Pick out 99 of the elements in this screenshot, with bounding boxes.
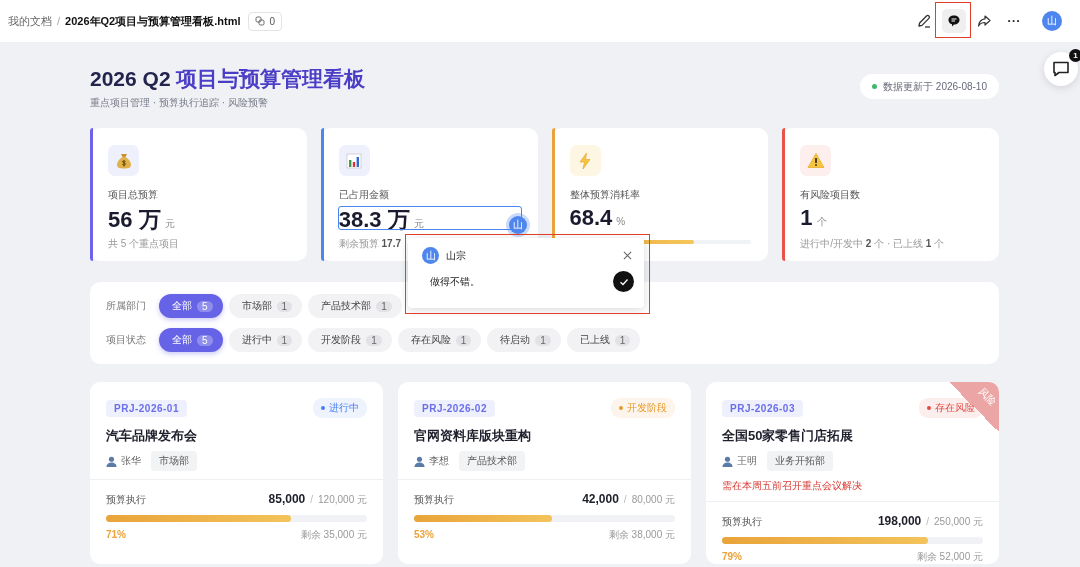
- count-badge: 1: [376, 300, 392, 312]
- project-id-tag: PRJ-2026-01: [106, 399, 187, 417]
- project-id-tag: PRJ-2026-02: [414, 399, 495, 417]
- department-tag: 产品技术部: [459, 451, 525, 471]
- count-badge: 1: [276, 334, 293, 346]
- filter-chip[interactable]: 开发阶段 1: [308, 328, 392, 352]
- total-amount: 120,000 元: [318, 493, 367, 507]
- count-badge: 1: [455, 334, 472, 346]
- kpi-value: 68.4: [569, 205, 613, 231]
- submit-button[interactable]: [613, 271, 634, 292]
- user-avatar[interactable]: 山: [1042, 11, 1062, 31]
- kpi-caption: 共 5 个重点项目: [108, 237, 181, 251]
- highlight-frame: [935, 2, 971, 38]
- kpi-label: 有风险项目数: [800, 188, 862, 202]
- close-icon: [623, 251, 632, 260]
- person-icon: [106, 455, 117, 467]
- comment-icon: [946, 13, 962, 29]
- amount-separator: /: [623, 494, 627, 505]
- author-name: 山宗: [446, 248, 467, 263]
- warning-icon: [805, 150, 826, 171]
- count-badge: 1: [535, 334, 551, 346]
- amount-separator: /: [310, 494, 314, 505]
- percent-text: 79%: [722, 551, 742, 562]
- file-name: 2026年Q2项目与预算管理看板.html: [65, 13, 241, 29]
- kpi-label: 已占用金额: [338, 188, 390, 202]
- kpi-caption: 剩余预算 17.7: [338, 237, 402, 251]
- kpi-value: 56 万: [108, 206, 161, 234]
- kpi-label: 整体预算消耗率: [569, 188, 641, 202]
- kpi-unit: 元: [413, 217, 424, 231]
- budget-label: 预算执行: [414, 493, 454, 507]
- filter-label: 项目状态: [106, 333, 147, 347]
- breadcrumb-link[interactable]: 我的文档: [8, 13, 52, 29]
- spent-amount: 85,000: [268, 492, 306, 506]
- person-icon: [722, 455, 733, 467]
- status-dot: [872, 84, 878, 89]
- edit-icon: [916, 13, 932, 29]
- spent-amount: 42,000: [582, 492, 619, 506]
- person-icon: [414, 455, 425, 467]
- budget-label: 预算执行: [722, 515, 762, 529]
- owner-name: 李想: [429, 454, 449, 468]
- filter-chip[interactable]: 市场部 1: [228, 294, 303, 318]
- link-count-button[interactable]: 0: [248, 11, 283, 31]
- count-badge: 1: [1069, 49, 1080, 62]
- filter-chip[interactable]: 存在风险 1: [397, 328, 482, 352]
- count-badge: 5: [197, 334, 213, 346]
- count-badge: 1: [276, 300, 293, 312]
- remaining-text: 剩余 35,000 元: [300, 528, 367, 542]
- kpi-unit: %: [616, 216, 626, 227]
- count-badge: 5: [197, 300, 213, 312]
- project-id-tag: PRJ-2026-03: [722, 399, 803, 417]
- comment-button[interactable]: [942, 9, 966, 33]
- author-avatar: 山: [422, 247, 439, 264]
- status-pill: 进行中: [313, 398, 367, 418]
- comment-icon: [1051, 59, 1071, 79]
- update-text: 数据更新于 2026-08-10: [883, 79, 987, 94]
- comments-button[interactable]: 1: [1044, 52, 1078, 86]
- amount-separator: /: [926, 516, 930, 527]
- filter-chip[interactable]: 产品技术部 1: [308, 294, 402, 318]
- bar-chart-icon: [344, 150, 365, 171]
- project-title: 官网资料库版块重构: [414, 427, 532, 445]
- filter-label: 所属部门: [106, 299, 147, 313]
- kpi-value: 38.3 万: [338, 206, 410, 234]
- filter-chip[interactable]: 全部 5: [159, 294, 223, 318]
- share-icon: [976, 13, 992, 29]
- page-title: 2026 Q2 项目与预算管理看板: [90, 66, 366, 92]
- percent-text: 53%: [414, 529, 434, 540]
- check-icon: [618, 276, 629, 287]
- page-subtitle: 重点项目管理 · 预算执行追踪 · 风险预警: [90, 96, 269, 110]
- project-title: 全国50家零售门店拓展: [722, 427, 855, 445]
- spent-amount: 198,000: [877, 514, 922, 528]
- department-tag: 业务开拓部: [767, 451, 833, 471]
- kpi-label: 项目总预算: [108, 188, 159, 202]
- kpi-unit: 个: [816, 215, 827, 229]
- count-badge: 1: [366, 334, 382, 346]
- kpi-value: 1: [800, 205, 813, 231]
- department-tag: 市场部: [151, 451, 197, 471]
- kpi-caption: 进行中/开发中 2 个 · 已上线 1 个: [800, 237, 946, 251]
- remaining-text: 剩余 52,000 元: [916, 550, 983, 564]
- remaining-text: 剩余 38,000 元: [608, 528, 675, 542]
- project-title: 汽车品牌发布会: [106, 427, 198, 445]
- count-badge: 1: [614, 334, 631, 346]
- owner-name: 张华: [121, 454, 141, 468]
- budget-label: 预算执行: [106, 493, 146, 507]
- filter-chip[interactable]: 进行中 1: [228, 328, 303, 352]
- link-icon: [255, 16, 266, 26]
- kpi-unit: 元: [164, 217, 175, 231]
- close-button[interactable]: [621, 249, 634, 262]
- percent-text: 71%: [106, 529, 126, 540]
- breadcrumb-separator: /: [57, 15, 61, 27]
- owner-name: 王明: [737, 454, 757, 468]
- comment-avatar[interactable]: 山: [508, 216, 527, 234]
- total-amount: 80,000 元: [631, 493, 675, 507]
- filter-chip[interactable]: 全部 5: [159, 328, 223, 352]
- risk-note: 需在本周五前召开重点会议解决: [722, 479, 863, 493]
- filter-chip[interactable]: 已上线 1: [566, 328, 641, 352]
- total-amount: 250,000 元: [934, 515, 983, 529]
- more-icon: [1008, 19, 1020, 23]
- status-pill: 开发阶段: [611, 398, 675, 418]
- filter-chip[interactable]: 待启动 1: [487, 328, 561, 352]
